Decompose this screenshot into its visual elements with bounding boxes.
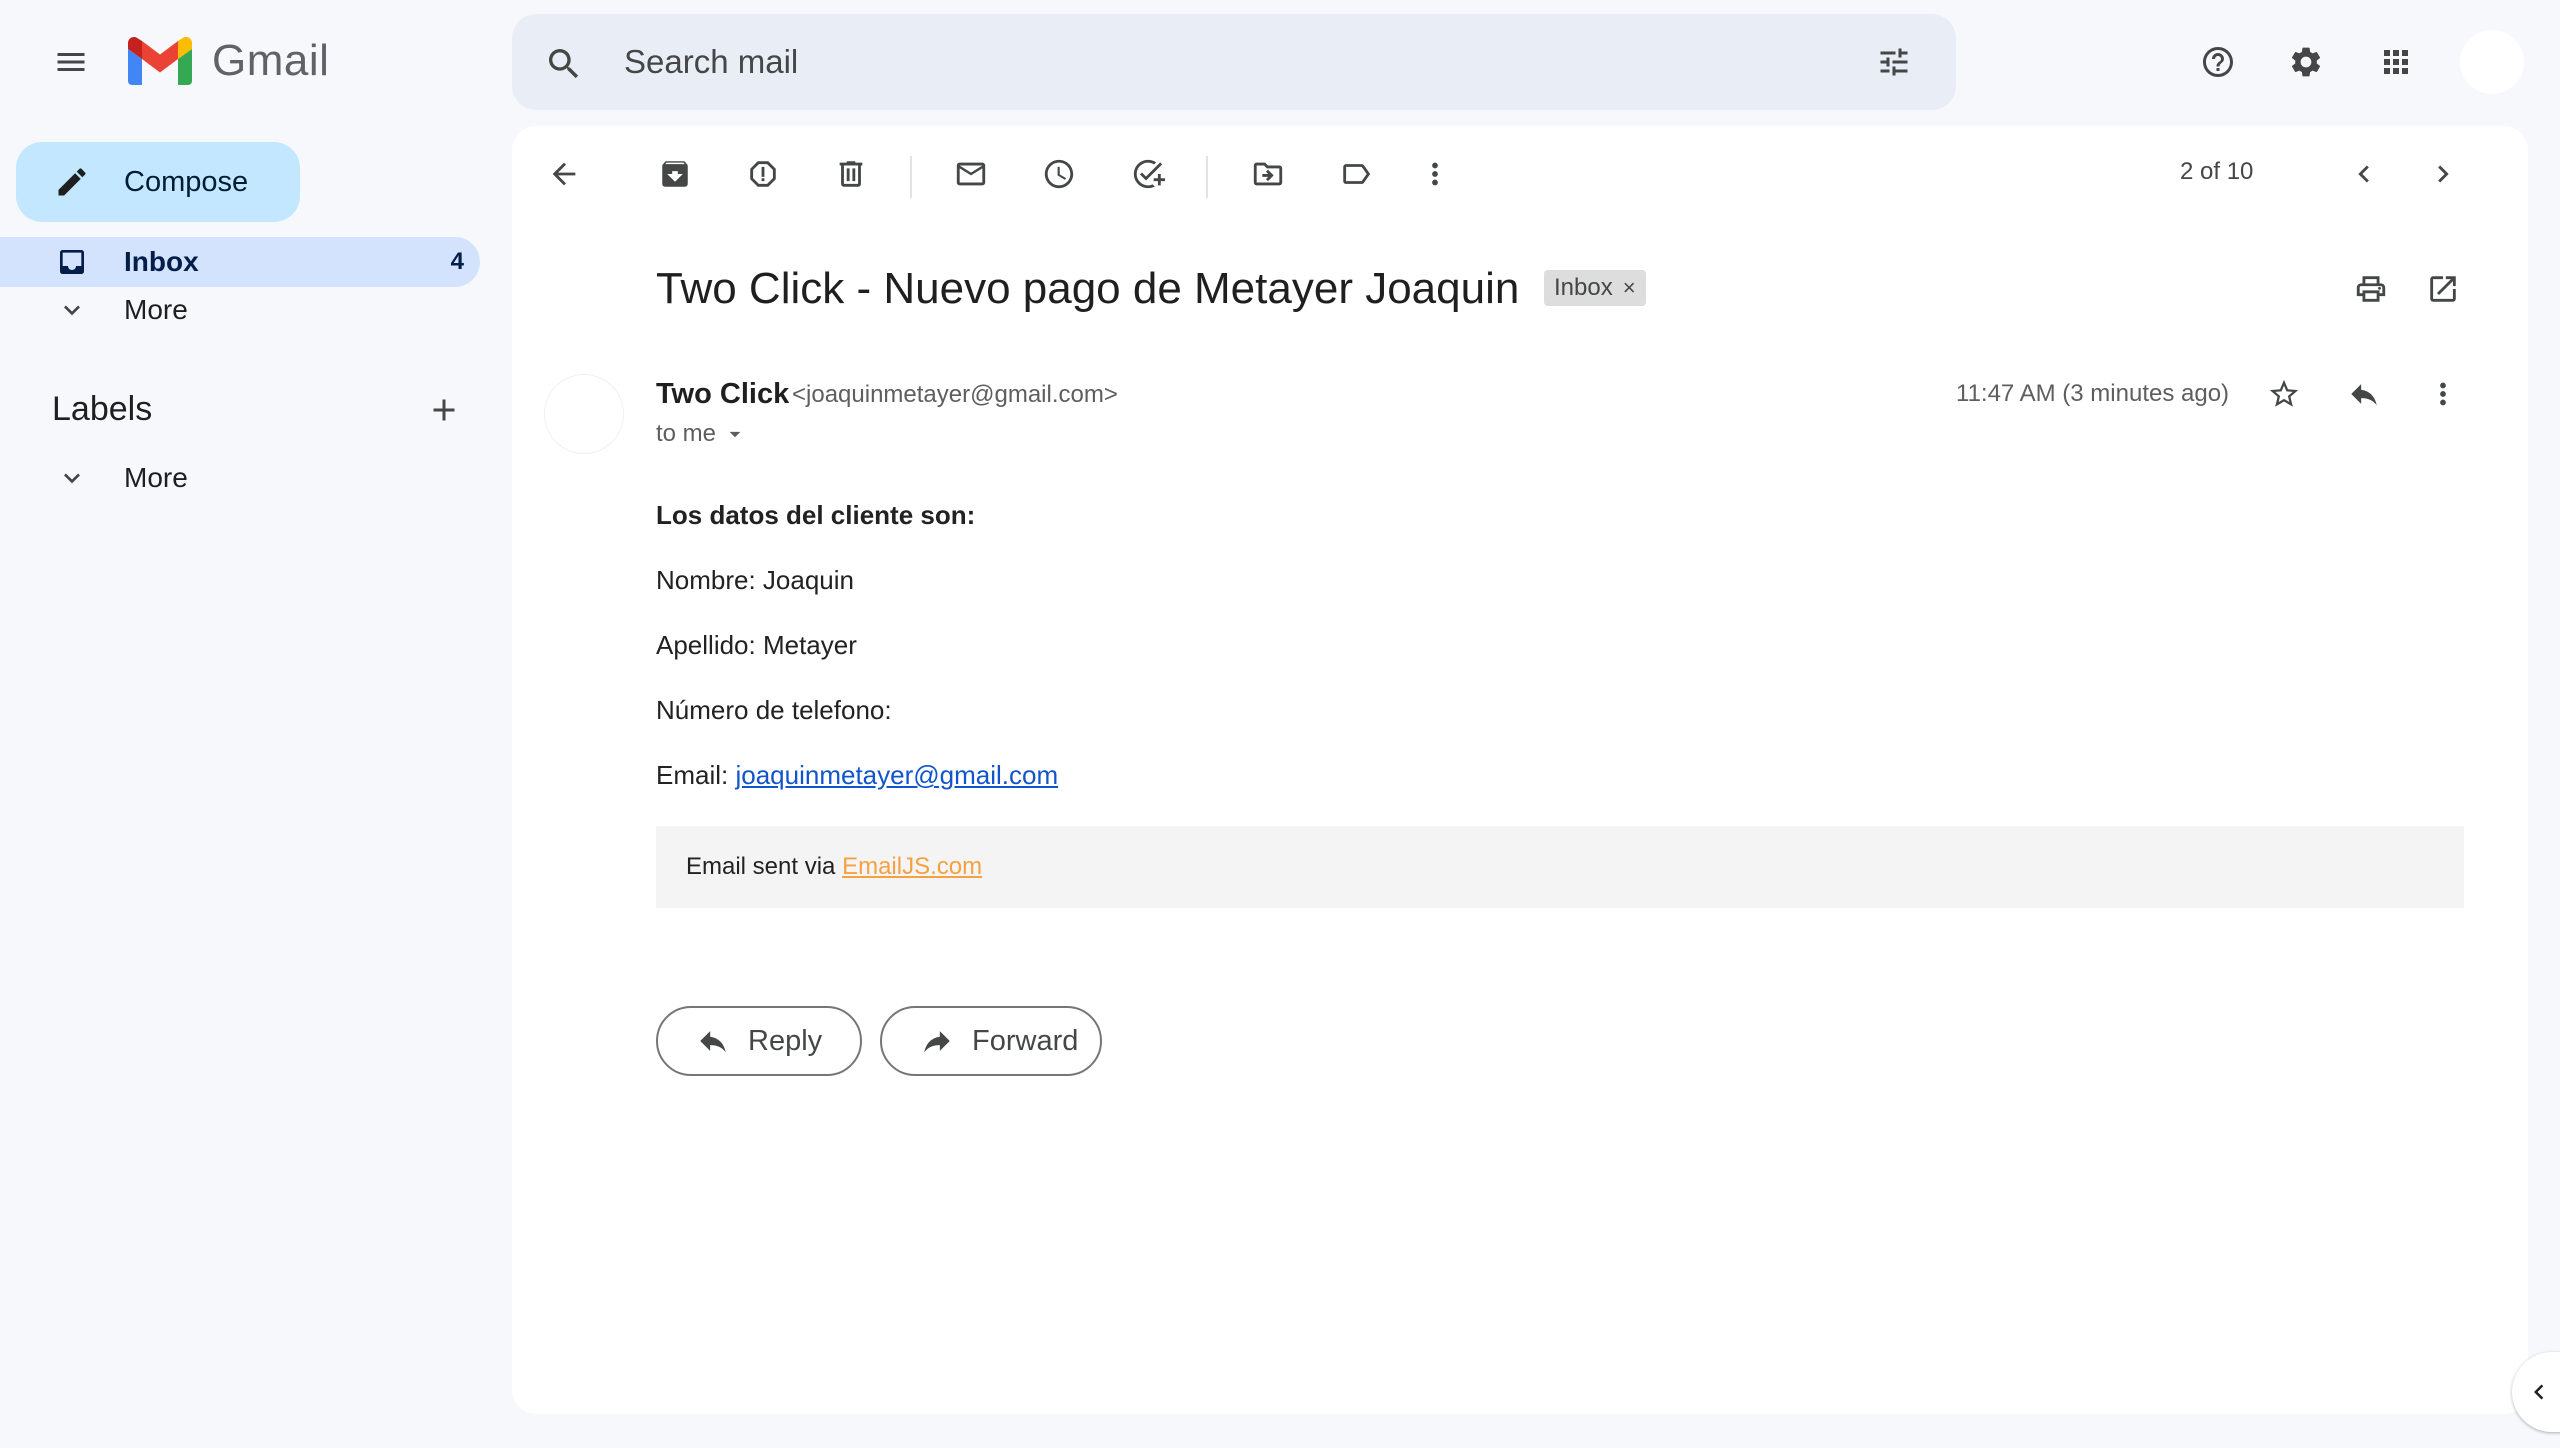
newer-button[interactable] [2332, 142, 2396, 206]
archive-button[interactable] [643, 142, 707, 206]
sidebar-item-label: Inbox [124, 246, 199, 277]
delete-button[interactable] [819, 142, 883, 206]
unread-count: 4 [450, 248, 464, 275]
gmail-m-icon [128, 37, 192, 85]
star-button[interactable] [2252, 362, 2316, 426]
open-in-new-icon [2430, 276, 2456, 302]
print-all-button[interactable] [2339, 257, 2403, 321]
inbox-label-chip[interactable]: Inbox × [1544, 270, 1646, 306]
chevron-right-icon [2438, 165, 2449, 183]
inbox-icon [60, 250, 84, 274]
search-input[interactable] [624, 38, 1774, 86]
search-options-button[interactable] [1862, 30, 1926, 94]
chevron-left-icon [2534, 1384, 2544, 1400]
sidebar-item-more[interactable]: More [0, 285, 480, 335]
search-icon[interactable] [544, 44, 584, 84]
sidebar-item-label: More [124, 294, 188, 325]
reply-icon-button[interactable] [2332, 362, 2396, 426]
create-label-button[interactable] [412, 378, 476, 442]
archive-icon [662, 161, 688, 187]
add-task-icon [1133, 159, 1165, 189]
google-apps-button[interactable] [2364, 30, 2428, 94]
add-to-tasks-button[interactable] [1116, 142, 1180, 206]
body-telefono: Número de telefono: [656, 695, 892, 725]
email-timestamp: 11:47 AM (3 minutes ago) [1956, 380, 2230, 407]
emailjs-link[interactable]: EmailJS.com [842, 853, 982, 880]
plus-icon [433, 399, 455, 421]
move-folder-icon [1253, 162, 1283, 186]
help-icon [2203, 47, 2233, 77]
tune-icon [1880, 48, 1908, 76]
sender-email: <joaquinmetayer@gmail.com> [792, 381, 1118, 408]
report-icon [750, 161, 776, 187]
body-apellido: Apellido: Metayer [656, 630, 857, 660]
remove-label-button[interactable]: × [1623, 275, 1636, 301]
label-icon [1343, 164, 1371, 184]
labels-more[interactable]: More [0, 453, 480, 503]
toolbar-divider [1206, 156, 1208, 198]
more-vert-icon [2440, 382, 2446, 406]
labels-more-label: More [124, 462, 188, 493]
recipients-toggle[interactable]: to me [656, 420, 748, 448]
caret-down-icon [729, 431, 741, 438]
chevron-down-icon [64, 473, 80, 484]
apps-grid-icon [2384, 50, 2408, 74]
older-button[interactable] [2411, 142, 2475, 206]
email-footer: Email sent via EmailJS.com [656, 826, 2464, 908]
search-bar[interactable] [512, 14, 1956, 110]
printer-icon [2356, 276, 2386, 302]
chevron-left-icon [2358, 165, 2369, 183]
mark-unread-button[interactable] [939, 142, 1003, 206]
customer-email-link[interactable]: joaquinmetayer@gmail.com [735, 760, 1058, 790]
reply-label: Reply [748, 1024, 823, 1057]
forward-button[interactable]: Forward [880, 1006, 1102, 1076]
email-subject: Two Click - Nuevo pago de Metayer Joaqui… [656, 264, 1520, 313]
sidebar-item-inbox[interactable]: Inbox 4 [0, 237, 480, 287]
trash-icon [839, 161, 863, 187]
back-button[interactable] [532, 142, 596, 206]
reply-icon [700, 1031, 726, 1053]
star-icon [2269, 379, 2299, 407]
message-more-button[interactable] [2411, 362, 2475, 426]
snooze-button[interactable] [1027, 142, 1091, 206]
account-avatar[interactable] [2460, 30, 2524, 94]
support-button[interactable] [2186, 30, 2250, 94]
toolbar-divider [910, 156, 912, 198]
pagination-text: 2 of 10 [2180, 158, 2254, 185]
reply-button[interactable]: Reply [656, 1006, 862, 1076]
pencil-icon [58, 168, 86, 196]
sender-name[interactable]: Two Click [656, 378, 789, 411]
chip-label: Inbox [1554, 274, 1613, 301]
compose-label: Compose [124, 165, 249, 198]
settings-button[interactable] [2274, 30, 2338, 94]
reply-icon [2351, 384, 2377, 406]
mail-icon [956, 162, 986, 186]
chevron-down-icon [64, 305, 80, 316]
open-new-window-button[interactable] [2411, 257, 2475, 321]
main-menu-button[interactable] [39, 30, 103, 94]
body-nombre: Nombre: Joaquin [656, 565, 854, 595]
labels-button[interactable] [1324, 142, 1388, 206]
clock-icon [1044, 159, 1074, 189]
footer-prefix: Email sent via [686, 853, 836, 880]
gmail-logo[interactable]: Gmail [128, 36, 329, 86]
sender-avatar[interactable] [544, 374, 624, 454]
arrow-back-icon [552, 162, 576, 186]
move-to-button[interactable] [1236, 142, 1300, 206]
recipient-label: to me [656, 420, 717, 447]
compose-button[interactable]: Compose [16, 142, 300, 222]
more-vert-icon [1432, 162, 1438, 186]
forward-icon [924, 1031, 950, 1053]
labels-heading: Labels [52, 390, 153, 428]
hamburger-menu-icon [57, 53, 85, 71]
body-heading: Los datos del cliente son: [656, 500, 976, 530]
app-name: Gmail [212, 36, 330, 85]
forward-label: Forward [972, 1024, 1079, 1057]
body-email-line: Email: joaquinmetayer@gmail.com [656, 760, 1058, 791]
report-spam-button[interactable] [731, 142, 795, 206]
more-actions-button[interactable] [1403, 142, 1467, 206]
email-prefix: Email: [656, 760, 729, 790]
gear-icon [2291, 47, 2321, 77]
